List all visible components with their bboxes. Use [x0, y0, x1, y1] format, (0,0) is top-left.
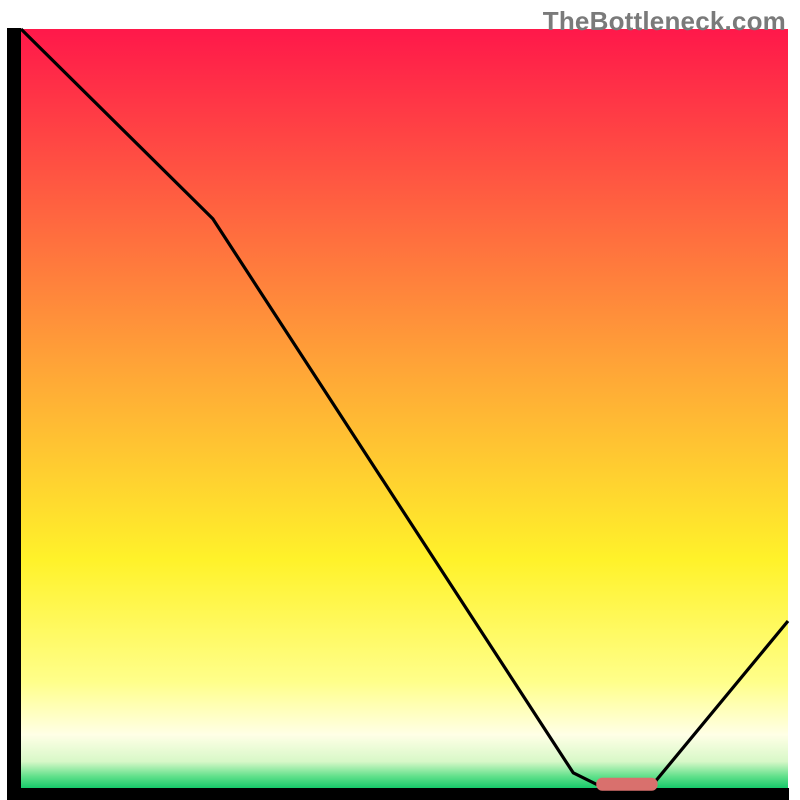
bottleneck-chart: TheBottleneck.com: [0, 0, 800, 800]
optimum-marker: [596, 778, 657, 791]
watermark-text: TheBottleneck.com: [543, 6, 786, 37]
axes: [7, 28, 789, 795]
chart-svg: [0, 0, 800, 800]
